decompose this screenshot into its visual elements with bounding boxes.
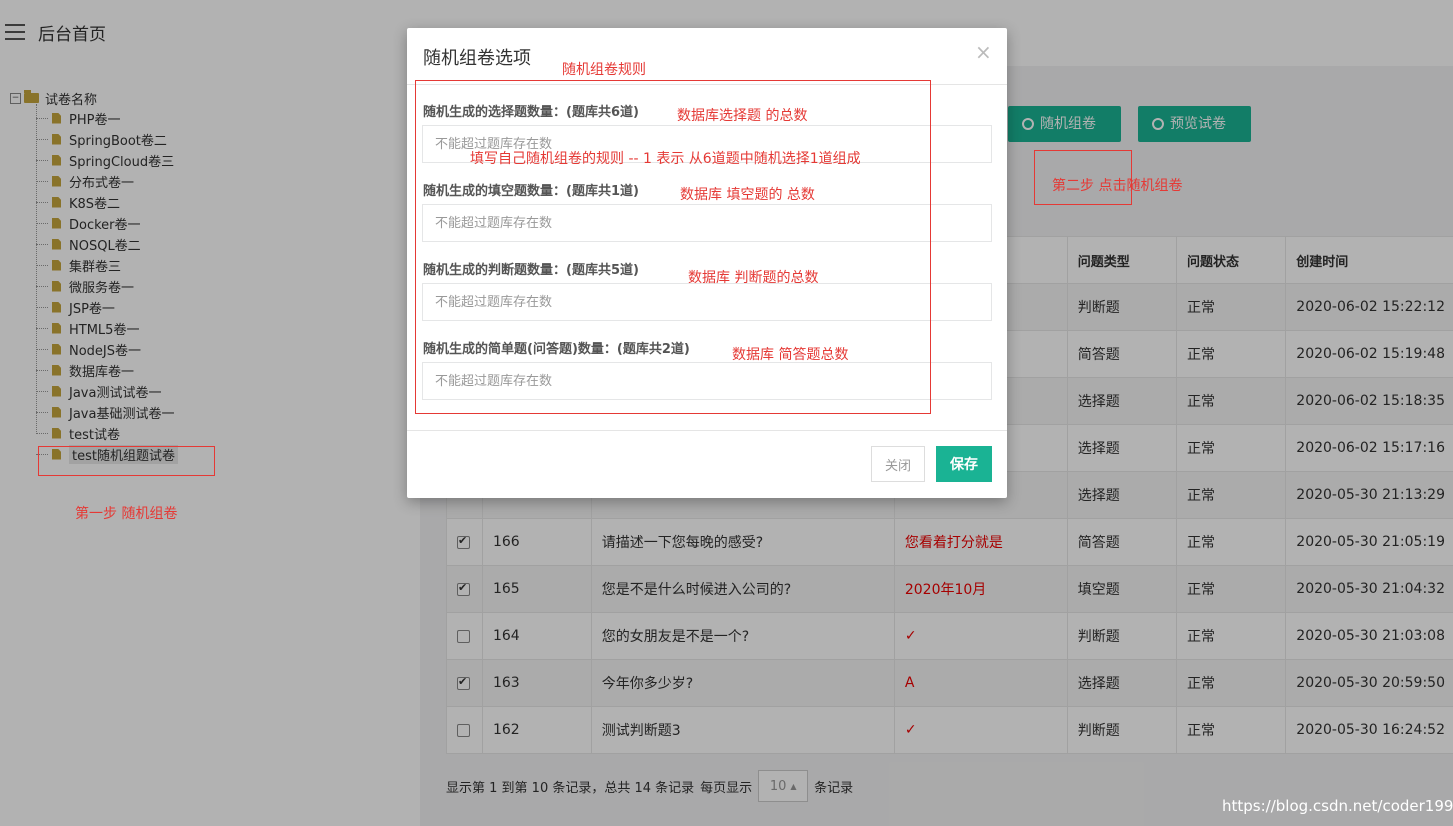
annotation-fill-rule: 填写自己随机组卷的规则 -- 1 表示 从6道题中随机选择1道组成 xyxy=(470,151,861,167)
annotation-rule-title: 随机组卷规则 xyxy=(562,62,646,78)
annotation-choice-total: 数据库选择题 的总数 xyxy=(677,108,808,124)
close-button[interactable]: 关闭 xyxy=(871,446,925,482)
watermark: https://blog.csdn.net/coder1998 xyxy=(1222,797,1453,815)
annotation-step2: 第二步 点击随机组卷 xyxy=(1052,178,1183,194)
annotation-judge-total: 数据库 判断题的总数 xyxy=(688,270,819,286)
annotation-fill-total: 数据库 填空题的 总数 xyxy=(680,187,815,203)
close-icon[interactable]: × xyxy=(975,40,992,64)
modal-title: 随机组卷选项 xyxy=(423,48,531,69)
annotation-rule-box xyxy=(415,80,931,414)
annotation-step1: 第一步 随机组卷 xyxy=(75,506,178,522)
annotation-short-total: 数据库 简答题总数 xyxy=(732,347,849,363)
annotation-step1-box xyxy=(38,446,215,476)
modal-footer-divider xyxy=(407,430,1007,431)
save-button[interactable]: 保存 xyxy=(936,446,992,482)
